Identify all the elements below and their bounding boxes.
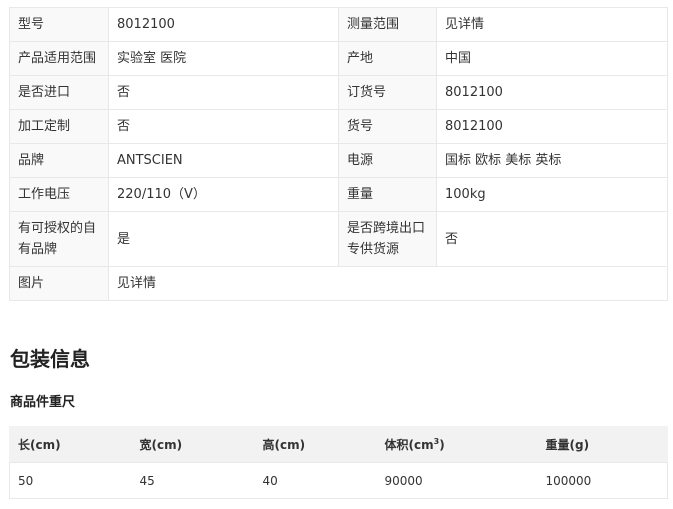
- spec-label: 工作电压: [9, 177, 109, 212]
- spec-row-model: 型号 8012100 测量范围 见详情: [9, 7, 668, 42]
- spec-value: 8012100: [108, 7, 339, 42]
- spec-value: 否: [108, 109, 339, 144]
- spec-label: 图片: [9, 266, 109, 301]
- cell-volume: 90000: [376, 462, 538, 499]
- header-length: 长(cm): [9, 426, 132, 463]
- spec-value: 8012100: [436, 75, 668, 110]
- spec-label: 产品适用范围: [9, 41, 109, 76]
- header-volume: 体积(cm3): [376, 426, 538, 463]
- package-dimensions-table: 长(cm) 宽(cm) 高(cm) 体积(cm3) 重量(g) 50 45 40…: [9, 426, 668, 499]
- spec-row-image: 图片 见详情: [9, 266, 668, 301]
- spec-row-own-brand: 有可授权的自有品牌 是 是否跨境出口专供货源 否: [9, 211, 668, 267]
- spec-value: 否: [436, 211, 668, 267]
- product-spec-table: 型号 8012100 测量范围 见详情 产品适用范围 实验室 医院 产地 中国 …: [9, 7, 668, 301]
- spec-value: 中国: [436, 41, 668, 76]
- cell-width: 45: [131, 462, 255, 499]
- spec-label: 加工定制: [9, 109, 109, 144]
- dimensions-header-row: 长(cm) 宽(cm) 高(cm) 体积(cm3) 重量(g): [9, 426, 668, 463]
- spec-value: ANTSCIEN: [108, 143, 339, 178]
- spec-value: 8012100: [436, 109, 668, 144]
- header-height: 高(cm): [254, 426, 377, 463]
- spec-label: 电源: [338, 143, 437, 178]
- cell-weight: 100000: [537, 462, 668, 499]
- spec-row-voltage: 工作电压 220/110（V） 重量 100kg: [9, 177, 668, 212]
- spec-value: 实验室 医院: [108, 41, 339, 76]
- packaging-section-title: 包装信息: [10, 347, 90, 371]
- spec-label: 货号: [338, 109, 437, 144]
- cell-length: 50: [9, 462, 132, 499]
- header-weight: 重量(g): [537, 426, 668, 463]
- packaging-subtitle: 商品件重尺: [10, 395, 76, 410]
- spec-label: 是否跨境出口专供货源: [338, 211, 437, 267]
- spec-label: 是否进口: [9, 75, 109, 110]
- header-volume-end: ): [439, 437, 445, 452]
- spec-label: 测量范围: [338, 7, 437, 42]
- table-row: 50 45 40 90000 100000: [9, 462, 668, 499]
- spec-value: 是: [108, 211, 339, 267]
- spec-value: 220/110（V）: [108, 177, 339, 212]
- spec-value: 见详情: [436, 7, 668, 42]
- spec-row-import: 是否进口 否 订货号 8012100: [9, 75, 668, 110]
- spec-label: 订货号: [338, 75, 437, 110]
- spec-row-brand: 品牌 ANTSCIEN 电源 国标 欧标 美标 英标: [9, 143, 668, 178]
- cell-height: 40: [254, 462, 377, 499]
- spec-label: 产地: [338, 41, 437, 76]
- spec-label: 重量: [338, 177, 437, 212]
- spec-value: 否: [108, 75, 339, 110]
- spec-value: 国标 欧标 美标 英标: [436, 143, 668, 178]
- spec-row-scope: 产品适用范围 实验室 医院 产地 中国: [9, 41, 668, 76]
- spec-label: 品牌: [9, 143, 109, 178]
- spec-value: 见详情: [108, 266, 668, 301]
- header-volume-text: 体积(cm: [384, 437, 434, 452]
- header-width: 宽(cm): [131, 426, 255, 463]
- spec-label: 型号: [9, 7, 109, 42]
- spec-label: 有可授权的自有品牌: [9, 211, 109, 267]
- spec-value: 100kg: [436, 177, 668, 212]
- spec-row-custom: 加工定制 否 货号 8012100: [9, 109, 668, 144]
